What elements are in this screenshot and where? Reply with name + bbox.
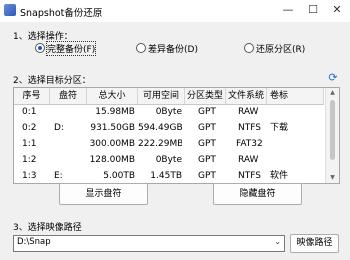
cell-type: GPT bbox=[198, 123, 216, 133]
cell-total: 15.98MB bbox=[95, 107, 135, 117]
cell-label: 下载 bbox=[270, 123, 289, 133]
column-header[interactable]: 可用空间 bbox=[138, 88, 185, 104]
cell-fs: FAT32 bbox=[236, 139, 263, 149]
cell-index: 1:2 bbox=[22, 155, 37, 165]
refresh-icon[interactable]: ⟳ bbox=[327, 72, 339, 84]
cell-fs: NTFS bbox=[238, 123, 261, 133]
cell-fs: RAW bbox=[238, 107, 259, 117]
image-path-value: D:\Snap bbox=[17, 237, 51, 247]
scroll-up-icon[interactable]: ▲ bbox=[326, 88, 339, 98]
close-button[interactable]: ✕ bbox=[324, 0, 350, 22]
cell-fs: NTFS bbox=[238, 171, 261, 181]
cell-total: 5.00TB bbox=[103, 171, 135, 181]
table-row[interactable]: 1:3 E: 5.00TB 1.45TB GPT NTFS 软件 bbox=[14, 169, 324, 183]
radio-button[interactable] bbox=[244, 43, 254, 53]
cell-type: GPT bbox=[198, 155, 216, 165]
table-row[interactable]: 0:2 D: 931.50GB 594.49GB GPT NTFS 下载 bbox=[14, 121, 324, 136]
cell-free: 222.29MB bbox=[138, 139, 182, 149]
cell-total: 931.50GB bbox=[90, 123, 135, 133]
chevron-down-icon[interactable]: ⌄ bbox=[274, 237, 281, 246]
hide-drive-letter-button[interactable]: 隐藏盘符 bbox=[213, 183, 302, 205]
cell-type: GPT bbox=[198, 107, 216, 117]
image-path-combobox[interactable]: D:\Snap ⌄ bbox=[13, 235, 285, 252]
table-row[interactable]: 0:1 15.98MB 0Byte GPT RAW bbox=[14, 105, 324, 120]
cell-fs: RAW bbox=[238, 155, 259, 165]
cell-label: 软件 bbox=[270, 171, 289, 181]
title-bar: Snapshot备份还原 — ☐ ✕ bbox=[0, 0, 350, 22]
table-row[interactable]: 1:1 300.00MB 222.29MB GPT FAT32 bbox=[14, 137, 324, 152]
radio-restore-partition-label[interactable]: 还原分区(R) bbox=[256, 42, 305, 55]
cell-index: 1:3 bbox=[22, 171, 37, 181]
app-icon bbox=[4, 4, 16, 16]
browse-image-path-button[interactable]: 映像路径 bbox=[290, 234, 339, 253]
column-header[interactable]: 序号 bbox=[14, 88, 50, 104]
step2-label: 2、选择目标分区： bbox=[13, 76, 91, 86]
cell-free: 0Byte bbox=[155, 107, 182, 117]
minimize-button[interactable]: — bbox=[275, 0, 301, 22]
column-header[interactable]: 盘符 bbox=[50, 88, 87, 104]
cell-type: GPT bbox=[198, 139, 216, 149]
window-title: Snapshot备份还原 bbox=[20, 8, 103, 19]
partition-table[interactable]: 序号 盘符 总大小 可用空间 分区类型 文件系统 卷标 0:1 15.98MB … bbox=[13, 87, 340, 184]
radio-button[interactable] bbox=[136, 43, 146, 53]
step3-label: 3、选择映像路径 bbox=[13, 223, 82, 233]
cell-drive: D: bbox=[54, 123, 64, 133]
step1-label: 1、选择操作： bbox=[13, 32, 73, 42]
show-drive-letter-button[interactable]: 显示盘符 bbox=[59, 183, 148, 205]
table-header: 序号 盘符 总大小 可用空间 分区类型 文件系统 卷标 bbox=[14, 88, 324, 105]
table-scrollbar[interactable]: ▲ ▼ bbox=[325, 88, 339, 183]
radio-diff-backup-label[interactable]: 差异备份(D) bbox=[148, 42, 198, 55]
radio-button-checked[interactable] bbox=[35, 43, 45, 53]
radio-full-backup-label[interactable]: 完整备份(F) bbox=[45, 41, 97, 56]
column-header[interactable]: 文件系统 bbox=[226, 88, 267, 104]
cell-index: 0:2 bbox=[22, 123, 37, 133]
cell-free: 594.49GB bbox=[138, 123, 182, 133]
cell-free: 1.45TB bbox=[150, 171, 182, 181]
table-row[interactable]: 1:2 128.00MB 0Byte GPT RAW bbox=[14, 153, 324, 168]
cell-drive: E: bbox=[54, 171, 63, 181]
column-header[interactable]: 分区类型 bbox=[185, 88, 226, 104]
scroll-thumb[interactable] bbox=[330, 100, 335, 160]
maximize-button[interactable]: ☐ bbox=[300, 0, 326, 22]
cell-total: 300.00MB bbox=[89, 139, 135, 149]
cell-type: GPT bbox=[198, 171, 216, 181]
scroll-down-icon[interactable]: ▼ bbox=[326, 173, 339, 183]
cell-free: 0Byte bbox=[155, 155, 182, 165]
column-header[interactable]: 卷标 bbox=[267, 88, 324, 104]
column-header[interactable]: 总大小 bbox=[87, 88, 138, 104]
cell-index: 1:1 bbox=[22, 139, 37, 149]
cell-index: 0:1 bbox=[22, 107, 37, 117]
cell-total: 128.00MB bbox=[89, 155, 135, 165]
